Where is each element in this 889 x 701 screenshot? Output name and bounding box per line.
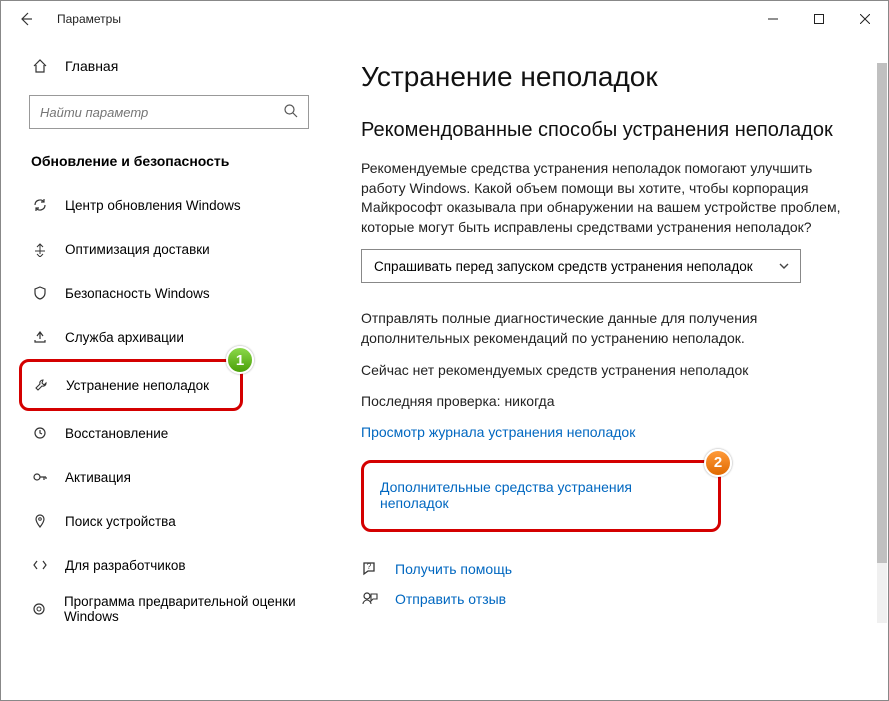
- sidebar-item-troubleshoot[interactable]: Устранение неполадок 1: [19, 359, 243, 411]
- chevron-down-icon: [778, 260, 790, 272]
- window-controls: [750, 3, 888, 35]
- home-icon: [31, 58, 49, 74]
- sidebar-item-label: Служба архивации: [65, 330, 184, 345]
- sidebar-item-recovery[interactable]: Восстановление: [1, 411, 337, 455]
- location-icon: [31, 513, 49, 529]
- get-help-row: ? Получить помощь: [361, 560, 858, 578]
- no-recommended-text: Сейчас нет рекомендуемых средств устране…: [361, 361, 858, 381]
- get-help-link[interactable]: Получить помощь: [395, 561, 512, 577]
- shield-icon: [31, 285, 49, 301]
- sidebar-item-label: Безопасность Windows: [65, 286, 210, 301]
- view-history-link[interactable]: Просмотр журнала устранения неполадок: [361, 424, 635, 440]
- svg-text:?: ?: [367, 562, 372, 571]
- search-wrap: [29, 95, 309, 129]
- help-icon: ?: [361, 560, 381, 578]
- sidebar-item-windows-security[interactable]: Безопасность Windows: [1, 271, 337, 315]
- footer-links: ? Получить помощь Отправить отзыв: [361, 560, 858, 608]
- sidebar-section-title: Обновление и безопасность: [1, 129, 337, 183]
- back-button[interactable]: [13, 6, 39, 32]
- sidebar-item-windows-update[interactable]: Центр обновления Windows: [1, 183, 337, 227]
- main-content: Устранение неполадок Рекомендованные спо…: [337, 37, 888, 700]
- scrollbar[interactable]: [877, 63, 887, 623]
- sidebar-home-label: Главная: [65, 58, 118, 74]
- scrollbar-thumb[interactable]: [877, 63, 887, 563]
- diagnostic-warning: Отправлять полные диагностические данные…: [361, 309, 858, 348]
- code-icon: [31, 557, 49, 573]
- key-icon: [31, 469, 49, 485]
- sidebar-item-label: Восстановление: [65, 426, 168, 441]
- backup-icon: [31, 329, 49, 345]
- feedback-row: Отправить отзыв: [361, 590, 858, 608]
- sidebar-item-activation[interactable]: Активация: [1, 455, 337, 499]
- section-recommended-title: Рекомендованные способы устранения непол…: [361, 117, 858, 143]
- sidebar-item-label: Устранение неполадок: [66, 378, 209, 393]
- maximize-button[interactable]: [796, 3, 842, 35]
- recovery-icon: [31, 425, 49, 441]
- sidebar-item-find-device[interactable]: Поиск устройства: [1, 499, 337, 543]
- additional-troubleshooters-box: Дополнительные средства устранения непол…: [361, 460, 721, 532]
- sidebar-item-backup[interactable]: Служба архивации: [1, 315, 337, 359]
- sidebar-item-label: Центр обновления Windows: [65, 198, 241, 213]
- feedback-icon: [361, 590, 381, 608]
- last-check-text: Последняя проверка: никогда: [361, 392, 858, 412]
- sidebar: Главная Обновление и безопасность Центр …: [1, 37, 337, 700]
- additional-troubleshooters-link[interactable]: Дополнительные средства устранения непол…: [380, 479, 702, 511]
- delivery-icon: [31, 241, 49, 257]
- titlebar: Параметры: [1, 1, 888, 37]
- sidebar-item-label: Активация: [65, 470, 131, 485]
- search-input[interactable]: [29, 95, 309, 129]
- wrench-icon: [32, 377, 50, 393]
- minimize-button[interactable]: [750, 3, 796, 35]
- feedback-link[interactable]: Отправить отзыв: [395, 591, 506, 607]
- sidebar-item-developers[interactable]: Для разработчиков: [1, 543, 337, 587]
- close-button[interactable]: [842, 3, 888, 35]
- sidebar-item-insider[interactable]: Программа предварительной оценки Windows: [1, 587, 337, 631]
- annotation-badge-2: 2: [704, 449, 732, 477]
- recommended-desc: Рекомендуемые средства устранения непола…: [361, 159, 858, 237]
- window-title: Параметры: [57, 12, 121, 26]
- page-title: Устранение неполадок: [361, 61, 858, 93]
- sync-icon: [31, 197, 49, 213]
- sidebar-home[interactable]: Главная: [1, 47, 337, 85]
- sidebar-item-delivery-optimization[interactable]: Оптимизация доставки: [1, 227, 337, 271]
- troubleshoot-preference-dropdown[interactable]: Спрашивать перед запуском средств устран…: [361, 249, 801, 283]
- insider-icon: [31, 601, 48, 617]
- sidebar-item-label: Поиск устройства: [65, 514, 176, 529]
- sidebar-item-label: Программа предварительной оценки Windows: [64, 594, 337, 624]
- dropdown-value: Спрашивать перед запуском средств устран…: [374, 259, 753, 274]
- sidebar-item-label: Для разработчиков: [65, 558, 186, 573]
- annotation-badge-1: 1: [226, 346, 254, 374]
- sidebar-item-label: Оптимизация доставки: [65, 242, 210, 257]
- search-icon: [283, 103, 299, 119]
